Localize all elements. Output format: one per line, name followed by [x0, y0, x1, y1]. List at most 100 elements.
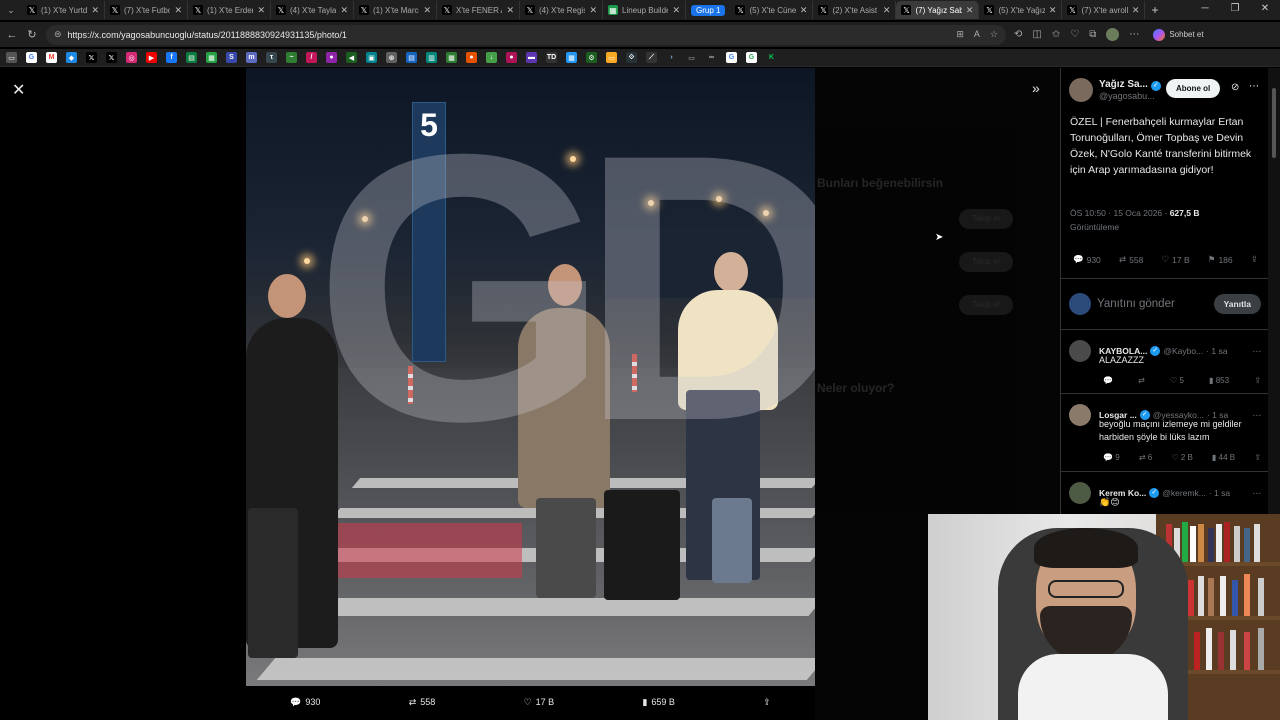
expand-panel-icon[interactable]: »: [1032, 80, 1040, 96]
close-tab-icon[interactable]: ✕: [1049, 5, 1057, 16]
views-stat[interactable]: ▮ 853: [1209, 376, 1229, 385]
instagram-icon[interactable]: ◎: [126, 52, 137, 63]
bookmark-icon[interactable]: ▤: [406, 52, 417, 63]
close-viewer-icon[interactable]: ✕: [12, 80, 25, 100]
google-icon[interactable]: G: [26, 52, 37, 63]
close-tab-icon[interactable]: ✕: [91, 5, 99, 16]
link-icon[interactable]: ∞: [706, 52, 717, 63]
bookmark-icon[interactable]: ◀: [346, 52, 357, 63]
favorite-star-icon[interactable]: ☆: [990, 29, 998, 40]
author-name[interactable]: Yağız Sa...: [1099, 79, 1148, 90]
more-options-icon[interactable]: ⋯: [1253, 346, 1262, 357]
browser-essentials-icon[interactable]: ♡: [1070, 29, 1079, 40]
bookmark-icon[interactable]: ▣: [366, 52, 377, 63]
author-handle[interactable]: @yagosabu...: [1099, 91, 1161, 101]
share-action[interactable]: ⇪: [763, 697, 771, 708]
bookmark-icon[interactable]: ▦: [566, 52, 577, 63]
tweet-photo[interactable]: 5 GD: [246, 68, 815, 686]
tab[interactable]: 𝕏 (5) X'te Cüney ✕: [730, 1, 814, 19]
close-tab-icon[interactable]: ✕: [506, 5, 514, 16]
author-avatar[interactable]: [1069, 78, 1093, 102]
tab[interactable]: 𝕏 (5) X'te Yağız ✕: [979, 1, 1063, 19]
google-icon[interactable]: G: [726, 52, 737, 63]
reply-avatar[interactable]: [1069, 482, 1091, 504]
subscribe-button[interactable]: Abone ol: [1166, 79, 1221, 98]
repost-action[interactable]: ⇄ 6: [1139, 453, 1152, 462]
bookmark-icon[interactable]: m: [246, 52, 257, 63]
bookmark-icon[interactable]: ⊛: [386, 52, 397, 63]
x-logo-icon[interactable]: 𝕏: [86, 52, 97, 63]
share-action[interactable]: ⇪: [1251, 254, 1258, 265]
tab[interactable]: 𝕏 (1) X'te Marco ✕: [354, 1, 437, 19]
like-action[interactable]: ♡ 5: [1170, 376, 1184, 385]
bookmark-icon[interactable]: ▬: [526, 52, 537, 63]
minimize-icon[interactable]: ─: [1190, 0, 1220, 20]
x-logo-icon[interactable]: 𝕏: [106, 52, 117, 63]
more-menu-icon[interactable]: ⋯: [1129, 29, 1139, 40]
more-options-icon[interactable]: ⋯: [1253, 488, 1262, 499]
bookmark-icon[interactable]: S: [226, 52, 237, 63]
reply-button[interactable]: Yanıtla: [1213, 294, 1261, 314]
close-window-icon[interactable]: ✕: [1250, 0, 1280, 20]
reload-icon[interactable]: ↻: [26, 28, 38, 41]
reply-item[interactable]: KAYBOLA... ✓ @Kaybo... · 1 sa ⋯ ALAZAZZZ …: [1061, 332, 1268, 394]
site-info-icon[interactable]: ⊜: [54, 29, 62, 40]
tweet-timestamp[interactable]: ÖS 10:50 · 15 Oca 2026 ·: [1070, 208, 1170, 218]
url-bar[interactable]: ⊜ https://x.com/yagosabuncuoglu/status/2…: [46, 24, 1006, 45]
chevron-right-icon[interactable]: ›: [666, 52, 677, 63]
views-stat[interactable]: ▮ 659 B: [642, 697, 674, 708]
favorites-icon[interactable]: ✩: [1052, 29, 1060, 40]
tab[interactable]: 𝕏 (7) X'te Futbol ✕: [105, 1, 188, 19]
tab-group-chip[interactable]: Grup 1: [691, 4, 726, 16]
close-tab-icon[interactable]: ✕: [589, 5, 597, 16]
tab[interactable]: 𝕏(2) X'te Asist A✕: [813, 1, 897, 19]
repost-action[interactable]: ⇄ 558: [1119, 254, 1143, 265]
maximize-icon[interactable]: ❐: [1220, 0, 1250, 20]
bookmark-icon[interactable]: /: [306, 52, 317, 63]
close-tab-icon[interactable]: ✕: [340, 5, 348, 16]
tab[interactable]: 𝕏 (4) X'te Regist ✕: [520, 1, 603, 19]
bookmark-icon[interactable]: ▦: [206, 52, 217, 63]
bookmark-icon[interactable]: ⟐: [626, 52, 637, 63]
bookmark-icon[interactable]: ▭: [6, 52, 17, 63]
tab[interactable]: 𝕏X'te FENER AC✕: [437, 1, 520, 19]
reply-input[interactable]: Yanıtını gönder: [1097, 298, 1208, 310]
profile-avatar[interactable]: [1106, 28, 1120, 41]
reply-icon[interactable]: 💬: [1103, 376, 1113, 385]
repost-action[interactable]: ⇄ 558: [409, 697, 436, 708]
bookmark-icon[interactable]: ⚙: [586, 52, 597, 63]
share-icon[interactable]: ⇪: [1254, 453, 1261, 462]
google-icon[interactable]: G: [746, 52, 757, 63]
grok-icon[interactable]: ⊘: [1231, 82, 1239, 93]
like-action[interactable]: ♡ 17 B: [524, 697, 555, 708]
bookmark-icon[interactable]: τ: [266, 52, 277, 63]
close-tab-icon[interactable]: ✕: [966, 5, 974, 16]
back-icon[interactable]: ←: [6, 29, 18, 41]
copilot-button[interactable]: Sohbet et: [1153, 28, 1204, 41]
bookmark-icon[interactable]: ~: [286, 52, 297, 63]
like-action[interactable]: ♡ 17 B: [1162, 254, 1190, 265]
bookmark-icon[interactable]: TD: [546, 52, 557, 63]
close-tab-icon[interactable]: ✕: [1132, 5, 1140, 16]
tab-list-icon[interactable]: ⌄: [0, 5, 22, 16]
split-screen-icon[interactable]: ◫: [1032, 29, 1041, 40]
facebook-icon[interactable]: f: [166, 52, 177, 63]
bookmark-action[interactable]: ⚑ 186: [1208, 254, 1233, 265]
collections-icon[interactable]: ⧉: [1089, 29, 1096, 40]
reply-action[interactable]: 💬 930: [290, 697, 320, 708]
tab[interactable]: 𝕏 (7) X'te avroll ✕: [1062, 1, 1146, 19]
more-options-icon[interactable]: ⋯: [1253, 410, 1262, 421]
bookmark-icon[interactable]: ●: [466, 52, 477, 63]
close-tab-icon[interactable]: ✕: [883, 5, 891, 16]
like-action[interactable]: ♡ 2 B: [1171, 453, 1192, 462]
scrollbar-thumb[interactable]: [1272, 88, 1276, 158]
bookmark-icon[interactable]: ◆: [66, 52, 77, 63]
new-tab-button[interactable]: +: [1151, 3, 1158, 17]
reply-avatar[interactable]: [1069, 404, 1091, 426]
tab[interactable]: ▦ Lineup Builder ✕: [603, 1, 686, 19]
tab[interactable]: 𝕏 (4) X'te Taylan ✕: [271, 1, 354, 19]
read-aloud-icon[interactable]: A: [974, 29, 980, 40]
tab[interactable]: 𝕏 (1) X'te Yurtd ✕: [22, 1, 105, 19]
tab-active[interactable]: 𝕏(7) Yağız Sabu✕: [896, 1, 980, 19]
gmail-icon[interactable]: M: [46, 52, 57, 63]
